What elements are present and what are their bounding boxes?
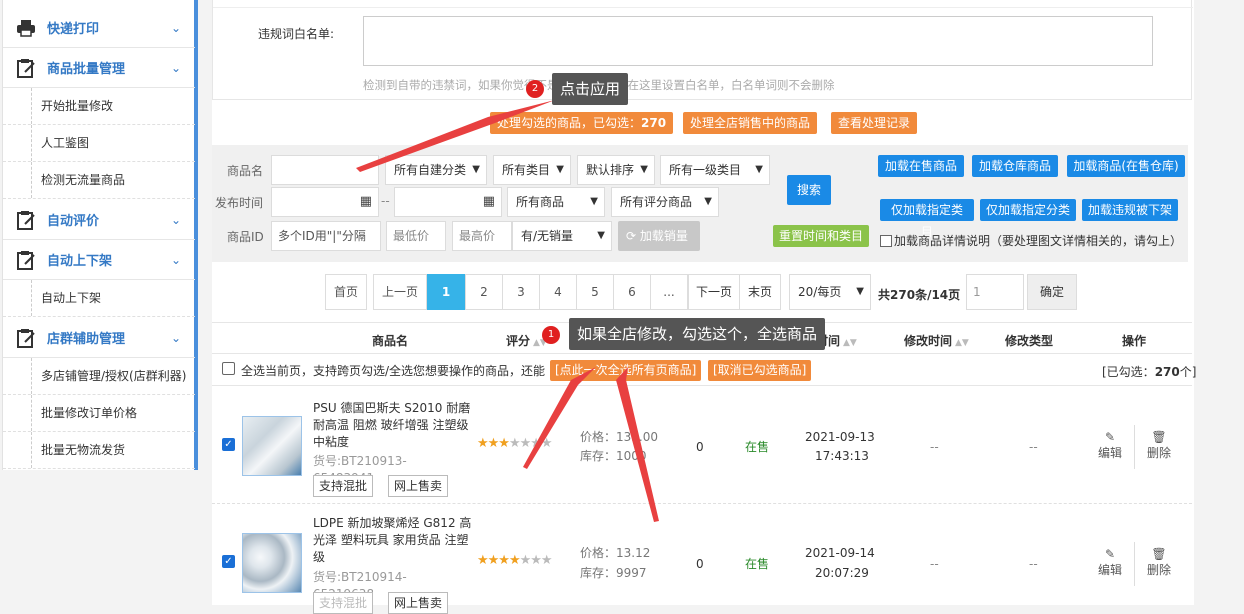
arrow-to-apply	[356, 100, 555, 172]
arrow-to-select-all-2	[616, 367, 659, 522]
annotation-tip-apply: 点击应用	[552, 73, 629, 105]
annotation-badge-1: 1	[542, 326, 560, 344]
arrow-to-select-all-1	[523, 367, 596, 469]
annotation-tip-select-all: 如果全店修改，勾选这个，全选商品	[569, 318, 826, 350]
annotation-badge-2: 2	[526, 80, 544, 98]
